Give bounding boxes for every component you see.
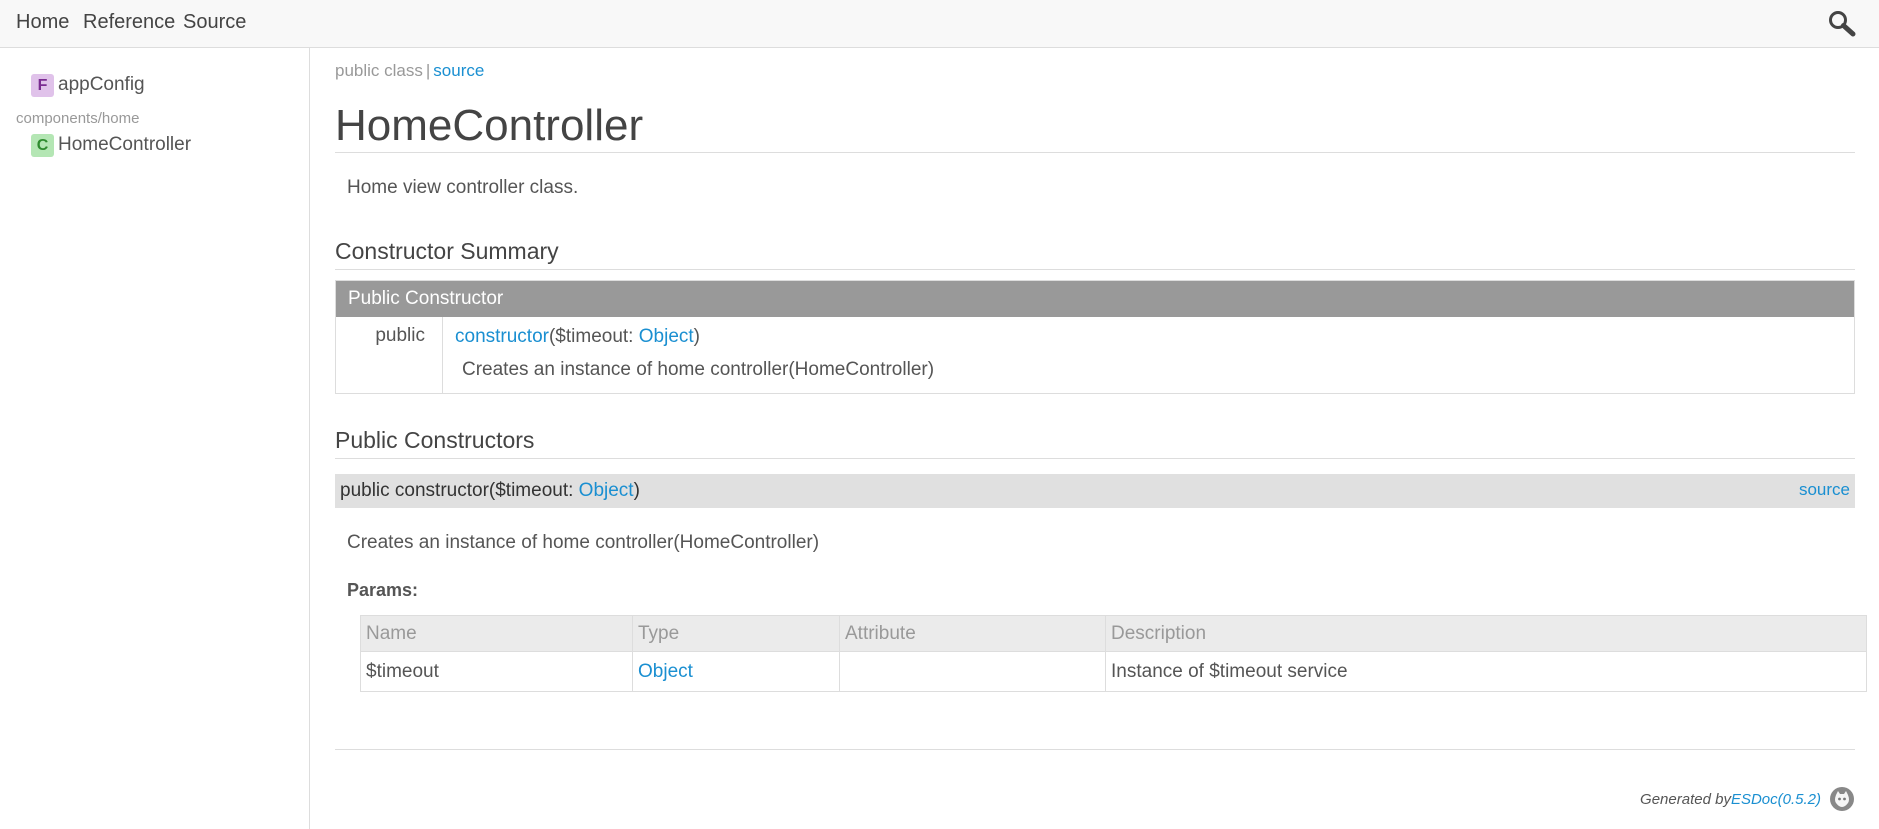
footer-divider (335, 749, 1855, 750)
param-type-cell: Object (632, 651, 840, 692)
sidebar-item-appconfig[interactable]: F appConfig (31, 72, 145, 98)
header-notice: public class | source (335, 61, 484, 81)
column-header-attribute: Attribute (839, 615, 1106, 652)
detail-signature-close: ) (633, 480, 640, 501)
sidebar-item-label: appConfig (58, 74, 145, 95)
summary-row: public constructor($timeout: Object) Cre… (336, 317, 1854, 393)
param-name: $timeout (360, 651, 633, 692)
generated-by-text: Generated by (1640, 790, 1731, 808)
class-description: Home view controller class. (347, 177, 579, 198)
sidebar-item-homecontroller[interactable]: C HomeController (31, 132, 191, 158)
param-attribute (839, 651, 1106, 692)
sidebar-directory-label: components/home (16, 110, 140, 127)
constructor-description: Creates an instance of home controller(H… (347, 532, 820, 553)
access-label: public class (335, 61, 423, 80)
constructor-link[interactable]: constructor (455, 326, 549, 347)
column-header-type: Type (632, 615, 840, 652)
esdoc-link[interactable]: ESDoc(0.5.2) (1731, 791, 1821, 808)
constructor-summary-title: Constructor Summary (335, 238, 1855, 270)
param-description: Instance of $timeout service (1105, 651, 1867, 692)
sidebar: F appConfig components/home C HomeContro… (0, 48, 310, 829)
page-title: HomeController (335, 104, 1855, 153)
public-constructors-title: Public Constructors (335, 427, 1855, 459)
separator: | (425, 61, 431, 80)
detail-source-link[interactable]: source (1799, 473, 1850, 507)
nav-reference-link[interactable]: Reference (83, 11, 175, 34)
type-object-link[interactable]: Object (638, 661, 693, 682)
footer: Generated by ESDoc(0.5.2) (1640, 786, 1855, 812)
source-link[interactable]: source (433, 61, 484, 80)
class-kind-badge: C (31, 133, 54, 157)
esdoc-logo-icon[interactable] (1829, 786, 1855, 812)
params-table: Name Type Attribute Description $timeout… (360, 615, 1867, 692)
search-icon[interactable] (1827, 9, 1857, 37)
type-object-link[interactable]: Object (639, 326, 694, 347)
signature-close: ) (693, 326, 700, 347)
column-header-description: Description (1105, 615, 1867, 652)
summary-table-header: Public Constructor (336, 281, 1854, 317)
params-label: Params: (347, 580, 419, 600)
top-header: Home Reference Source (0, 0, 1879, 48)
sidebar-item-label: HomeController (58, 134, 192, 155)
nav-home-link[interactable]: Home (16, 11, 69, 34)
summary-access: public (336, 317, 443, 393)
function-kind-badge: F (31, 73, 54, 97)
detail-signature: public constructor($timeout: (340, 480, 579, 501)
params-header-row: Name Type Attribute Description (360, 615, 1867, 652)
column-header-name: Name (360, 615, 633, 652)
summary-signature: constructor($timeout: Object) (443, 317, 934, 348)
nav-source-link[interactable]: Source (183, 11, 246, 34)
summary-description: Creates an instance of home controller(H… (462, 359, 935, 380)
constructor-detail-header: public constructor($timeout: Object) sou… (335, 474, 1855, 508)
type-object-link[interactable]: Object (579, 480, 634, 501)
signature-params: ($timeout: (548, 326, 639, 347)
constructor-summary-table: Public Constructor public constructor($t… (335, 280, 1855, 394)
table-row: $timeout Object Instance of $timeout ser… (360, 651, 1867, 692)
